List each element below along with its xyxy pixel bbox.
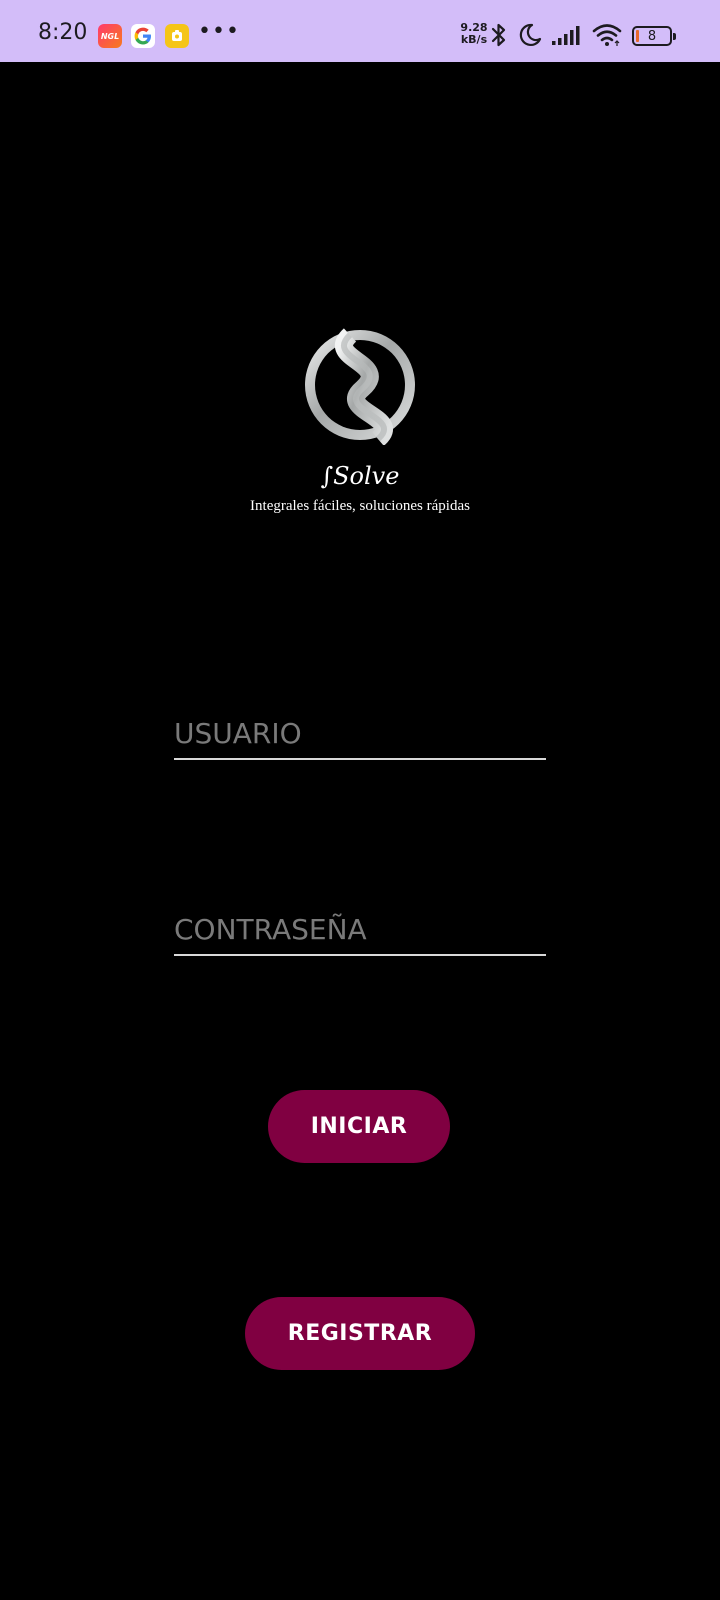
battery-icon: 8: [632, 26, 676, 46]
brand-name: ∫Solve: [320, 462, 400, 490]
yellow-app-icon: [165, 24, 189, 48]
google-icon: [131, 24, 155, 48]
register-button[interactable]: REGISTRAR: [245, 1297, 475, 1370]
signal-icon: [552, 22, 584, 53]
password-field-container: [174, 904, 546, 956]
network-speed-unit: kB/s: [460, 33, 488, 46]
brand-tagline: Integrales fáciles, soluciones rápidas: [250, 498, 470, 514]
status-time: 8:20: [38, 20, 88, 45]
s-logo-icon: [300, 325, 420, 446]
login-button[interactable]: INICIAR: [268, 1090, 450, 1163]
battery-level: 8: [647, 28, 657, 44]
ngl-app-icon: NGL: [98, 24, 122, 48]
username-field-container: [174, 708, 546, 760]
password-input[interactable]: [174, 904, 546, 954]
bluetooth-icon: [490, 22, 508, 53]
more-notifications-icon: •••: [198, 19, 240, 44]
username-input[interactable]: [174, 708, 546, 758]
network-speed: 9.28 kB/s: [456, 22, 492, 46]
status-bar: 8:20 NGL ••• 9.28 kB/s 8: [0, 0, 720, 62]
wifi-icon: [592, 22, 624, 53]
moon-icon: [518, 22, 542, 53]
